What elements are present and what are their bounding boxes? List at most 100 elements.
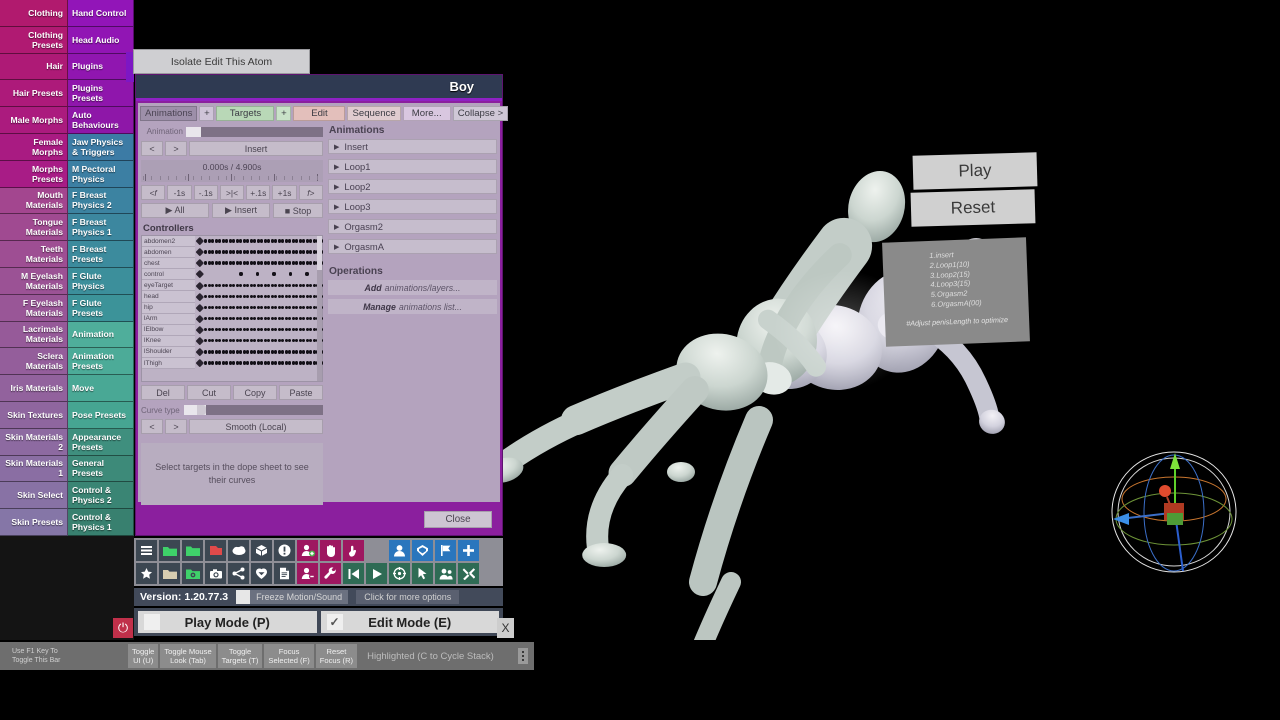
- keyframe-marker[interactable]: [246, 294, 250, 299]
- dope-controller-eyetarget[interactable]: eyeTarget: [142, 280, 195, 292]
- sidebar-item-male-morphs[interactable]: Male Morphs: [0, 107, 68, 134]
- keyframe-marker[interactable]: [281, 261, 285, 265]
- animation-slider[interactable]: [186, 126, 323, 137]
- keyframe-marker[interactable]: [204, 327, 208, 332]
- keyframe-marker[interactable]: [195, 359, 204, 367]
- isolate-edit-this-atom-button[interactable]: Isolate Edit This Atom: [133, 49, 310, 74]
- keyframe-marker[interactable]: [274, 327, 278, 332]
- keyframe-marker[interactable]: [225, 316, 229, 321]
- sidebar-item-skin-materials-2[interactable]: Skin Materials 2: [0, 428, 68, 456]
- keyframe-marker[interactable]: [309, 316, 313, 321]
- keyframe-marker[interactable]: [225, 361, 229, 365]
- sidebar-item-jaw-physics-triggers[interactable]: Jaw Physics & Triggers: [68, 133, 134, 161]
- freeze-motion-checkbox[interactable]: [236, 590, 251, 604]
- keyframe-marker[interactable]: [211, 350, 215, 354]
- keyframe-marker[interactable]: [288, 272, 293, 276]
- keyframe-marker[interactable]: [295, 316, 299, 321]
- menu-icon[interactable]: [136, 540, 157, 561]
- expand-triangle-icon[interactable]: ▶: [334, 203, 339, 211]
- keyframe-marker[interactable]: [288, 283, 292, 287]
- close-x-button[interactable]: X: [497, 618, 514, 638]
- keyframe-marker[interactable]: [239, 327, 243, 332]
- add-person-icon[interactable]: [297, 540, 318, 561]
- person-icon[interactable]: [389, 540, 410, 561]
- keyframe-marker[interactable]: [281, 239, 285, 243]
- keyframe-marker[interactable]: [302, 261, 306, 265]
- keyframe-marker[interactable]: [253, 350, 257, 354]
- keyframe-marker[interactable]: [267, 294, 271, 299]
- save-scene-icon[interactable]: [205, 540, 226, 561]
- dope-track[interactable]: [195, 303, 323, 314]
- sidebar-item-skin-materials-1[interactable]: Skin Materials 1: [0, 455, 68, 483]
- sidebar-item-move[interactable]: Move: [68, 375, 134, 402]
- keyframe-marker[interactable]: [195, 303, 204, 312]
- keyframe-marker[interactable]: [295, 239, 299, 243]
- timeline-ruler[interactable]: [141, 173, 323, 182]
- keyframe-marker[interactable]: [288, 239, 292, 243]
- sidebar-item-f-glute-physics[interactable]: F Glute Physics: [68, 267, 134, 295]
- keyframe-marker[interactable]: [281, 327, 285, 332]
- dope-controller-control[interactable]: control: [142, 269, 195, 281]
- tools-icon[interactable]: [458, 563, 479, 584]
- keyframe-marker[interactable]: [302, 350, 306, 354]
- keyframe-marker[interactable]: [218, 327, 222, 332]
- keyframe-marker[interactable]: [295, 261, 299, 265]
- help-button-toggle[interactable]: Toggle UI (U): [128, 644, 159, 668]
- dope-controller-lknee[interactable]: lKnee: [142, 335, 195, 347]
- sidebar-item-skin-select[interactable]: Skin Select: [0, 482, 68, 510]
- dope-track[interactable]: [195, 325, 323, 336]
- sidebar-item-f-breast-presets[interactable]: F Breast Presets: [68, 241, 134, 268]
- keyframe-marker[interactable]: [195, 281, 204, 290]
- timeline-step-1s[interactable]: +1s: [272, 185, 297, 200]
- save-preset-icon[interactable]: [182, 563, 203, 584]
- keyframe-marker[interactable]: [239, 250, 243, 254]
- keyframe-marker[interactable]: [204, 316, 208, 321]
- keyframe-marker[interactable]: [309, 250, 313, 254]
- stop-button[interactable]: ■ Stop: [273, 203, 323, 218]
- sidebar-item-control-physics-2[interactable]: Control & Physics 2: [68, 482, 134, 510]
- keyframe-marker[interactable]: [225, 305, 229, 310]
- keyframe-marker[interactable]: [218, 239, 222, 243]
- timeline-step-f[interactable]: f>: [298, 185, 323, 200]
- dope-controller-abdomen2[interactable]: abdomen2: [142, 236, 195, 248]
- keyframe-marker[interactable]: [295, 361, 299, 365]
- timeline-step-[interactable]: >|<: [219, 185, 245, 200]
- play-mode-button[interactable]: Play Mode (P): [138, 611, 317, 633]
- keyframe-marker[interactable]: [232, 339, 236, 343]
- keyframe-marker[interactable]: [253, 261, 257, 265]
- keyframe-marker[interactable]: [295, 283, 299, 287]
- keyframe-marker[interactable]: [253, 361, 257, 365]
- expand-triangle-icon[interactable]: ▶: [334, 223, 339, 231]
- keyframe-marker[interactable]: [274, 350, 278, 354]
- sidebar-item-auto-behaviours[interactable]: Auto Behaviours: [68, 107, 134, 134]
- dope-controller-hip[interactable]: hip: [142, 302, 195, 314]
- keyframe-marker[interactable]: [288, 294, 292, 299]
- keyframe-marker[interactable]: [274, 239, 278, 243]
- animation-item-loop2[interactable]: ▶ Loop2: [328, 179, 497, 194]
- keyframe-marker[interactable]: [260, 339, 264, 343]
- dope-sheet-tracks[interactable]: [195, 236, 323, 381]
- keyframe-marker[interactable]: [211, 361, 215, 365]
- keyframe-marker[interactable]: [302, 239, 306, 243]
- keyframe-marker[interactable]: [274, 361, 278, 365]
- help-button-toggle-mouse[interactable]: Toggle Mouse Look (Tab): [160, 644, 216, 668]
- keyframe-marker[interactable]: [239, 339, 243, 343]
- curve-prev-button[interactable]: <: [141, 419, 163, 434]
- keyframe-marker[interactable]: [288, 350, 292, 354]
- timeline-step-1s[interactable]: -.1s: [193, 185, 218, 200]
- tab-add-target[interactable]: +: [276, 106, 292, 121]
- keyframe-marker[interactable]: [211, 339, 215, 343]
- keyframe-marker[interactable]: [204, 350, 208, 354]
- timeline-step-1s[interactable]: -1s: [167, 185, 192, 200]
- keyframe-marker[interactable]: [274, 294, 278, 299]
- tab-collapse[interactable]: Collapse >: [452, 106, 509, 121]
- keyframe-marker[interactable]: [267, 327, 271, 332]
- sidebar-item-plugins-presets[interactable]: Plugins Presets: [68, 80, 134, 108]
- keyframe-marker[interactable]: [274, 339, 278, 343]
- keyframe-marker[interactable]: [232, 350, 236, 354]
- keyframe-marker[interactable]: [225, 261, 229, 265]
- keyframe-marker[interactable]: [302, 305, 306, 310]
- help-button-focus[interactable]: Focus Selected (F): [264, 644, 314, 668]
- keyframe-marker[interactable]: [195, 292, 204, 301]
- expand-triangle-icon[interactable]: ▶: [334, 183, 339, 191]
